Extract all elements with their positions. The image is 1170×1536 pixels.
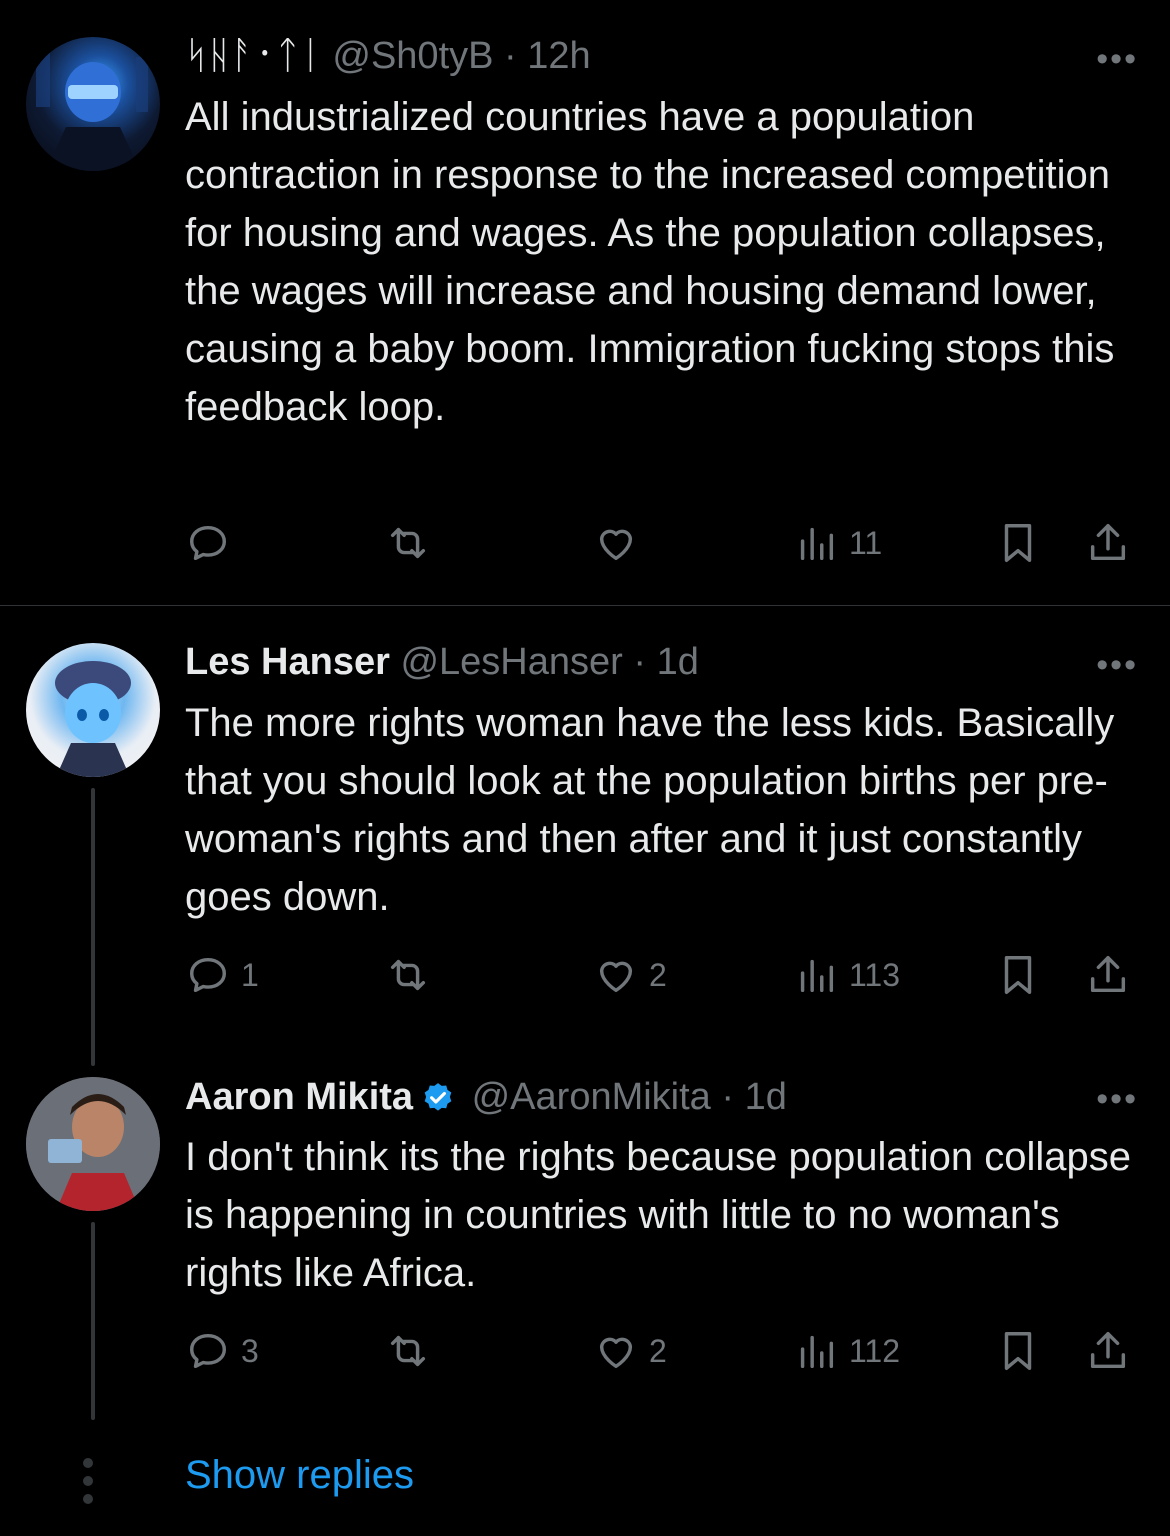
- tweet-text: The more rights woman have the less kids…: [185, 701, 1126, 919]
- thread-continuation-dots-icon: [83, 1458, 93, 1504]
- tweet-actions: 1 2 113: [185, 950, 1145, 1000]
- tweet-header: Aaron Mikita @AaronMikita · 1d: [185, 1074, 787, 1126]
- views-button[interactable]: 113: [793, 950, 900, 1000]
- bookmark-button[interactable]: [995, 1326, 1041, 1376]
- avatar[interactable]: [26, 1077, 160, 1211]
- heart-icon: [599, 961, 633, 993]
- reply-button[interactable]: 3: [185, 1326, 259, 1376]
- like-button[interactable]: 2: [593, 1326, 667, 1376]
- reply-button[interactable]: [185, 518, 241, 568]
- repost-button[interactable]: [385, 518, 431, 568]
- share-button[interactable]: [1085, 950, 1131, 1000]
- repost-icon: [390, 959, 426, 991]
- tweet[interactable]: ᛋᚺᚨ᛫ᛏᛁ @Sh0tyB · 12h ••• All industriali…: [0, 0, 1170, 605]
- repost-icon: [390, 1335, 426, 1367]
- handle[interactable]: @AaronMikita: [472, 1076, 711, 1118]
- tweet-text: All industrialized countries have a popu…: [185, 95, 1126, 429]
- share-icon: [1090, 1332, 1126, 1369]
- more-options-button[interactable]: •••: [1096, 646, 1138, 685]
- like-count: 2: [649, 956, 667, 993]
- bookmark-icon: [1004, 524, 1032, 562]
- repost-button[interactable]: [385, 1326, 431, 1376]
- views-chart-icon: [800, 1335, 834, 1369]
- handle[interactable]: @Sh0tyB: [332, 35, 493, 77]
- tweet-header: ᛋᚺᚨ᛫ᛏᛁ @Sh0tyB · 12h: [185, 33, 591, 79]
- repost-icon: [390, 527, 426, 559]
- views-button[interactable]: 11: [793, 518, 882, 568]
- bookmark-button[interactable]: [995, 950, 1041, 1000]
- reply-button[interactable]: 1: [185, 950, 259, 1000]
- like-count: 2: [649, 1332, 667, 1369]
- reply-icon: [189, 1333, 227, 1369]
- reply-icon: [189, 525, 227, 561]
- bookmark-button[interactable]: [995, 518, 1041, 568]
- views-count: 113: [849, 956, 901, 993]
- display-name[interactable]: Les Hanser: [185, 641, 390, 683]
- avatar[interactable]: [26, 37, 160, 171]
- views-chart-icon: [800, 959, 834, 993]
- heart-icon: [599, 1337, 633, 1369]
- tweet-actions: 3 2 112: [185, 1326, 1145, 1376]
- show-replies-link[interactable]: Show replies: [185, 1453, 414, 1498]
- verified-badge-icon: [421, 1080, 455, 1126]
- tweet-header: Les Hanser @LesHanser · 1d: [185, 639, 699, 685]
- reply-icon: [189, 957, 227, 993]
- bookmark-icon: [1004, 1332, 1032, 1370]
- share-icon: [1090, 956, 1126, 993]
- views-button[interactable]: 112: [793, 1326, 900, 1376]
- timestamp[interactable]: · 12h: [504, 35, 591, 77]
- tweet[interactable]: Aaron Mikita @AaronMikita · 1d ••• I don…: [0, 1042, 1170, 1442]
- more-options-button[interactable]: •••: [1096, 40, 1138, 79]
- like-button[interactable]: 2: [593, 950, 667, 1000]
- display-name[interactable]: ᛋᚺᚨ᛫ᛏᛁ: [185, 35, 322, 77]
- share-icon: [1090, 524, 1126, 561]
- avatar[interactable]: [26, 643, 160, 777]
- handle[interactable]: @LesHanser: [400, 641, 622, 683]
- views-count: 11: [849, 524, 883, 561]
- heart-icon: [599, 529, 633, 561]
- more-options-button[interactable]: •••: [1096, 1080, 1138, 1119]
- reply-count: 1: [241, 956, 259, 993]
- tweet-text: I don't think its the rights because pop…: [185, 1135, 1143, 1295]
- like-button[interactable]: [593, 518, 649, 568]
- timestamp[interactable]: · 1d: [721, 1076, 786, 1118]
- reply-count: 3: [241, 1332, 259, 1369]
- display-name[interactable]: Aaron Mikita: [185, 1076, 413, 1118]
- views-chart-icon: [800, 527, 834, 561]
- share-button[interactable]: [1085, 518, 1131, 568]
- timestamp[interactable]: · 1d: [633, 641, 698, 683]
- repost-button[interactable]: [385, 950, 431, 1000]
- bookmark-icon: [1004, 956, 1032, 994]
- views-count: 112: [849, 1332, 901, 1369]
- share-button[interactable]: [1085, 1326, 1131, 1376]
- tweet[interactable]: Les Hanser @LesHanser · 1d ••• The more …: [0, 606, 1170, 1046]
- tweet-actions: 11: [185, 518, 1145, 568]
